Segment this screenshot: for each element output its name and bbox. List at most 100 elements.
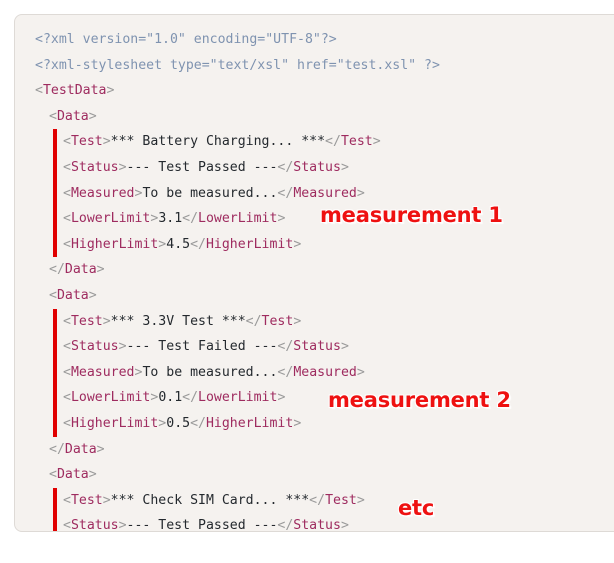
code-token-tag: Measured xyxy=(70,185,135,201)
code-line: <Measured>To be measured...</Measured> xyxy=(25,359,614,386)
code-token-bracket: > xyxy=(293,236,302,252)
code-token-tag: Test xyxy=(70,134,103,150)
code-line: <Test>*** Battery Charging... ***</Test> xyxy=(25,129,614,155)
code-token-bracket: > xyxy=(96,262,105,278)
code-token-tag: Test xyxy=(325,492,357,508)
code-token-bracket: </ xyxy=(245,313,262,329)
code-token-bracket: < xyxy=(35,83,43,99)
code-line: <Data> xyxy=(25,462,614,488)
code-token-text: To be measured... xyxy=(142,364,278,380)
code-token-bracket: </ xyxy=(309,492,326,508)
code-token-bracket: > xyxy=(118,518,127,532)
code-token-bracket: > xyxy=(102,313,111,329)
code-token-bracket: < xyxy=(63,313,71,329)
code-token-tag: Data xyxy=(64,441,97,457)
code-token-tag: Status xyxy=(70,339,119,355)
code-token-bracket: > xyxy=(340,518,349,532)
code-line: <TestData> xyxy=(25,78,614,104)
code-token-bracket: < xyxy=(63,415,71,431)
code-token-bracket: < xyxy=(63,518,71,532)
code-token-tag: Data xyxy=(64,262,97,278)
code-token-bracket: > xyxy=(96,441,105,457)
code-token-bracket: < xyxy=(49,108,57,124)
code-token-bracket: </ xyxy=(49,262,65,278)
annotation-measurement-2: measurement 2 xyxy=(328,388,511,412)
code-token-bracket: < xyxy=(63,492,71,508)
code-token-bracket: < xyxy=(63,364,71,380)
code-token-bracket: </ xyxy=(277,518,294,532)
code-line: <Data> xyxy=(25,104,614,130)
code-token-bracket: < xyxy=(63,339,71,355)
code-panel[interactable]: <?xml version="1.0" encoding="UTF-8"?> <?… xyxy=(14,14,614,532)
code-token-bracket: < xyxy=(49,467,57,483)
code-token-tag: HigherLimit xyxy=(70,236,159,252)
code-token-bracket: > xyxy=(372,134,381,150)
code-token-tag: Measured xyxy=(293,364,357,380)
code-token-bracket: > xyxy=(102,134,111,150)
code-line: <LowerLimit>0.1</LowerLimit> xyxy=(25,385,614,411)
code-line: <Status>--- Test Failed ---</Status> xyxy=(25,334,614,360)
code-token-bracket: > xyxy=(88,467,97,483)
code-token-text: *** 3.3V Test *** xyxy=(110,313,246,329)
code-line: <Test>*** 3.3V Test ***</Test> xyxy=(25,308,614,335)
code-token-tag: Data xyxy=(56,467,89,483)
code-token-bracket: > xyxy=(356,185,365,201)
code-token-bracket: > xyxy=(356,492,365,508)
code-token-bracket: < xyxy=(63,134,71,150)
code-token-pi: <?xml version="1.0" encoding="UTF-8"?> xyxy=(35,32,337,47)
code-token-bracket: > xyxy=(340,339,349,355)
code-token-text: *** Battery Charging... *** xyxy=(110,134,326,150)
code-token-bracket: </ xyxy=(325,134,341,150)
code-token-bracket: </ xyxy=(182,211,199,227)
annotation-measurement-1: measurement 1 xyxy=(320,203,503,227)
code-token-bracket: < xyxy=(63,236,71,252)
code-token-bracket: < xyxy=(63,159,71,175)
code-token-text: 4.5 xyxy=(166,236,191,252)
code-token-bracket: > xyxy=(356,364,365,380)
code-token-tag: Test xyxy=(261,313,294,329)
code-token-text: --- Test Passed --- xyxy=(126,159,278,175)
code-token-bracket: > xyxy=(118,339,127,355)
code-token-bracket: > xyxy=(340,159,349,175)
code-token-bracket: < xyxy=(49,287,57,303)
code-token-tag: LowerLimit xyxy=(70,211,151,227)
code-token-bracket: </ xyxy=(277,364,294,380)
code-token-bracket: > xyxy=(293,313,302,329)
code-token-tag: HigherLimit xyxy=(205,415,294,431)
code-token-tag: HigherLimit xyxy=(205,236,294,252)
code-token-tag: Measured xyxy=(70,364,135,380)
code-token-bracket: < xyxy=(63,185,71,201)
code-token-bracket: </ xyxy=(277,159,294,175)
code-token-bracket: </ xyxy=(277,339,294,355)
code-line: <Data> xyxy=(25,283,614,309)
code-token-tag: Test xyxy=(70,313,103,329)
code-token-tag: Test xyxy=(340,134,373,150)
code-token-tag: Data xyxy=(56,108,89,124)
code-token-tag: LowerLimit xyxy=(198,211,278,227)
code-token-bracket: </ xyxy=(277,185,294,201)
code-token-tag: Data xyxy=(56,287,89,303)
code-token-tag: Status xyxy=(293,518,341,532)
code-line: <?xml version="1.0" encoding="UTF-8"?> xyxy=(25,27,614,53)
code-token-tag: Status xyxy=(293,159,341,175)
code-token-bracket: > xyxy=(102,492,111,508)
code-line: <HigherLimit>4.5</HigherLimit> xyxy=(25,231,614,258)
code-token-bracket: > xyxy=(118,159,127,175)
code-token-bracket: > xyxy=(293,415,302,431)
code-line: </Data> xyxy=(25,257,614,283)
annotation-etc: etc xyxy=(398,496,435,520)
code-token-tag: Test xyxy=(70,492,103,508)
code-token-pi: <?xml-stylesheet type="text/xsl" href="t… xyxy=(35,57,440,73)
code-token-bracket: < xyxy=(63,390,71,406)
code-token-tag: Status xyxy=(293,339,341,355)
xml-code-viewer: <?xml version="1.0" encoding="UTF-8"?> <?… xyxy=(0,0,614,563)
code-token-tag: Status xyxy=(70,159,119,175)
code-line: <HigherLimit>0.5</HigherLimit> xyxy=(25,410,614,437)
code-token-bracket: </ xyxy=(190,415,206,431)
code-token-bracket: > xyxy=(88,287,97,303)
code-token-tag: Status xyxy=(70,518,119,532)
code-token-bracket: < xyxy=(63,211,71,227)
code-line: <Status>--- Test Passed ---</Status> xyxy=(25,154,614,181)
code-line: <Status>--- Test Passed ---</Status> xyxy=(25,513,614,532)
code-token-text: *** Check SIM Card... *** xyxy=(110,492,310,508)
